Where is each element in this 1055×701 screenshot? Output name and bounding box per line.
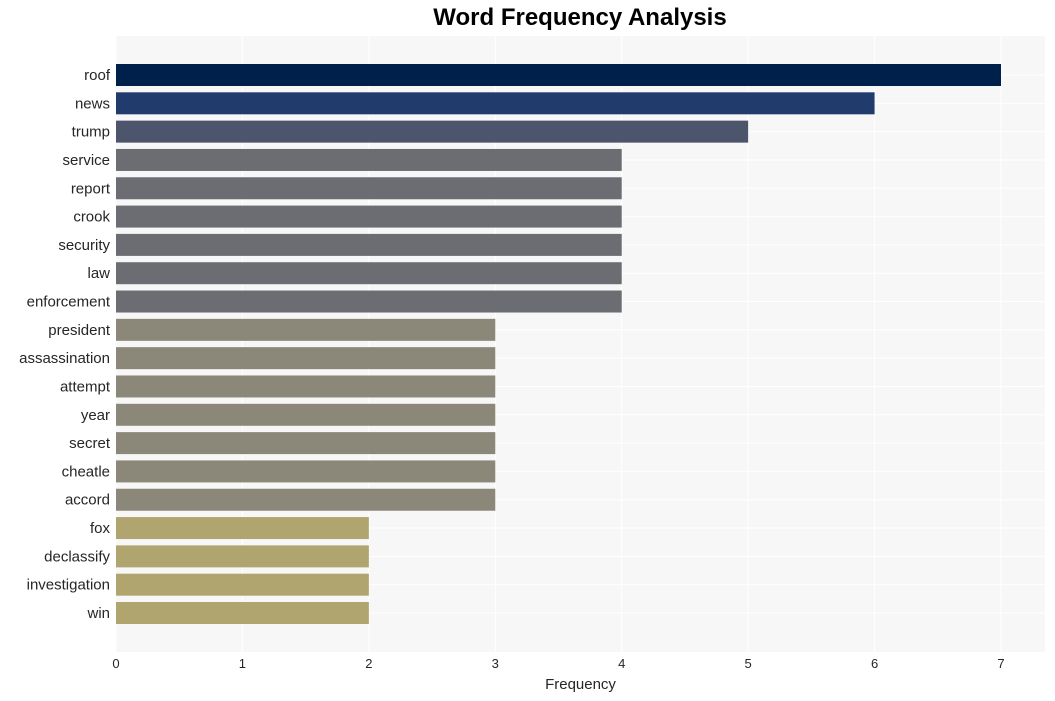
y-tick-label: roof xyxy=(84,67,111,84)
bar-report xyxy=(116,177,622,200)
y-tick-label: president xyxy=(48,322,111,339)
y-tick-label: report xyxy=(71,180,111,197)
bar-investigation xyxy=(116,573,369,596)
bar-chart: roof news trump service report crook security l… xyxy=(19,36,1045,693)
bar-year xyxy=(116,403,496,426)
bar-attempt xyxy=(116,375,496,398)
y-tick-label: trump xyxy=(72,124,110,141)
bar-assassination xyxy=(116,347,496,370)
y-tick-label: law xyxy=(87,265,110,282)
bar-declassify xyxy=(116,545,369,568)
y-tick-label: cheatle xyxy=(62,463,110,480)
y-tick-label: fox xyxy=(90,520,111,537)
bar-trump xyxy=(116,120,749,143)
bar-enforcement xyxy=(116,290,622,313)
x-tick-label: 0 xyxy=(112,656,119,671)
y-tick-label: service xyxy=(62,152,110,169)
y-tick-label: investigation xyxy=(27,577,110,594)
bar-cheatle xyxy=(116,460,496,483)
y-tick-label: crook xyxy=(73,209,110,226)
bar-service xyxy=(116,148,622,171)
y-tick-label: accord xyxy=(65,492,110,509)
x-tick-labels: 0 1 2 3 4 5 6 7 xyxy=(112,656,1004,671)
x-axis-label: Frequency xyxy=(545,676,616,693)
x-tick-label: 1 xyxy=(239,656,246,671)
y-tick-label: news xyxy=(75,95,110,112)
bar-roof xyxy=(116,64,1001,86)
x-tick-label: 3 xyxy=(492,656,499,671)
bar-president xyxy=(116,318,496,341)
y-tick-label: security xyxy=(58,237,110,254)
y-tick-label: enforcement xyxy=(27,294,111,311)
x-tick-label: 6 xyxy=(871,656,878,671)
bar-news xyxy=(116,92,875,115)
x-tick-label: 5 xyxy=(745,656,752,671)
y-tick-label: secret xyxy=(69,435,111,452)
y-tick-label: assassination xyxy=(19,350,110,367)
y-tick-label: attempt xyxy=(60,378,111,395)
y-tick-label: win xyxy=(86,605,110,622)
bar-fox xyxy=(116,517,369,540)
y-tick-label: declassify xyxy=(44,548,110,565)
bar-security xyxy=(116,233,622,256)
y-tick-labels: roof news trump service report crook security l… xyxy=(19,67,111,622)
y-tick-label: year xyxy=(81,407,110,424)
x-tick-label: 2 xyxy=(365,656,372,671)
bar-law xyxy=(116,262,622,285)
bar-win xyxy=(116,602,369,624)
bar-secret xyxy=(116,432,496,455)
bar-crook xyxy=(116,205,622,228)
bar-accord xyxy=(116,488,496,511)
x-tick-label: 7 xyxy=(997,656,1004,671)
x-tick-label: 4 xyxy=(618,656,625,671)
